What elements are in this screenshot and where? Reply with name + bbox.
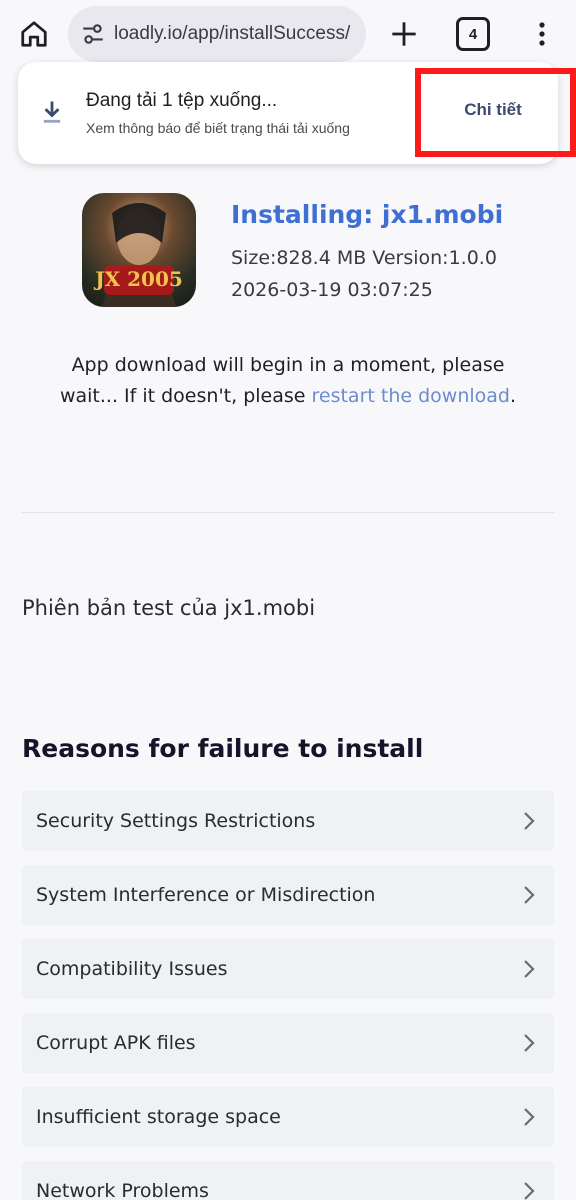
app-icon: JX 2005	[82, 193, 196, 307]
tune-icon	[83, 24, 103, 44]
chevron-right-icon	[518, 884, 540, 906]
menu-button[interactable]	[522, 14, 562, 54]
reason-label: Network Problems	[36, 1180, 209, 1200]
tab-switcher-button[interactable]: 4	[456, 17, 490, 51]
reason-item[interactable]: Corrupt APK files	[22, 1013, 554, 1073]
site-settings-button[interactable]	[78, 19, 108, 49]
chevron-right-icon	[518, 1106, 540, 1128]
reason-label: Insufficient storage space	[36, 1106, 281, 1128]
reason-item[interactable]: System Interference or Misdirection	[22, 865, 554, 925]
reason-item[interactable]: Compatibility Issues	[22, 939, 554, 999]
restart-download-link[interactable]: restart the download	[312, 385, 510, 407]
download-subtitle: Xem thông báo để biết trạng thái tải xuố…	[86, 120, 350, 136]
chevron-right-icon	[518, 810, 540, 832]
app-date: 2026-03-19 03:07:25	[231, 279, 433, 301]
download-icon	[43, 101, 61, 123]
reason-label: Compatibility Issues	[36, 958, 228, 980]
app-size-version: Size:828.4 MB Version:1.0.0	[231, 247, 497, 269]
browser-toolbar: loadly.io/app/installSuccess/ 4	[0, 0, 576, 70]
failure-section-title: Reasons for failure to install	[22, 734, 424, 763]
download-notice: App download will begin in a moment, ple…	[40, 350, 536, 412]
app-title: Installing: jx1.mobi	[231, 200, 504, 229]
app-icon-logo: JX 2005	[93, 267, 183, 291]
notice-end: .	[509, 385, 517, 407]
failure-reasons-list: Security Settings Restrictions System In…	[22, 791, 554, 1200]
chevron-right-icon	[518, 1032, 540, 1054]
reason-label: Security Settings Restrictions	[36, 810, 316, 832]
reason-label: Corrupt APK files	[36, 1032, 196, 1054]
address-bar[interactable]: loadly.io/app/installSuccess/	[68, 6, 366, 62]
reason-item[interactable]: Insufficient storage space	[22, 1087, 554, 1147]
new-tab-button[interactable]	[384, 14, 424, 54]
home-button[interactable]	[14, 14, 54, 54]
url-text: loadly.io/app/installSuccess/	[114, 23, 351, 44]
reason-label: System Interference or Misdirection	[36, 884, 376, 906]
highlight-box	[415, 68, 576, 157]
tab-count: 4	[468, 25, 478, 43]
reason-item[interactable]: Network Problems	[22, 1161, 554, 1200]
chevron-right-icon	[518, 958, 540, 980]
chevron-right-icon	[518, 1180, 540, 1200]
home-icon	[21, 21, 47, 47]
more-vert-icon	[539, 22, 545, 46]
plus-icon	[392, 22, 416, 46]
divider	[22, 512, 554, 513]
reason-item[interactable]: Security Settings Restrictions	[22, 791, 554, 851]
test-version-text: Phiên bản test của jx1.mobi	[22, 596, 316, 620]
download-title: Đang tải 1 tệp xuống...	[86, 90, 278, 111]
